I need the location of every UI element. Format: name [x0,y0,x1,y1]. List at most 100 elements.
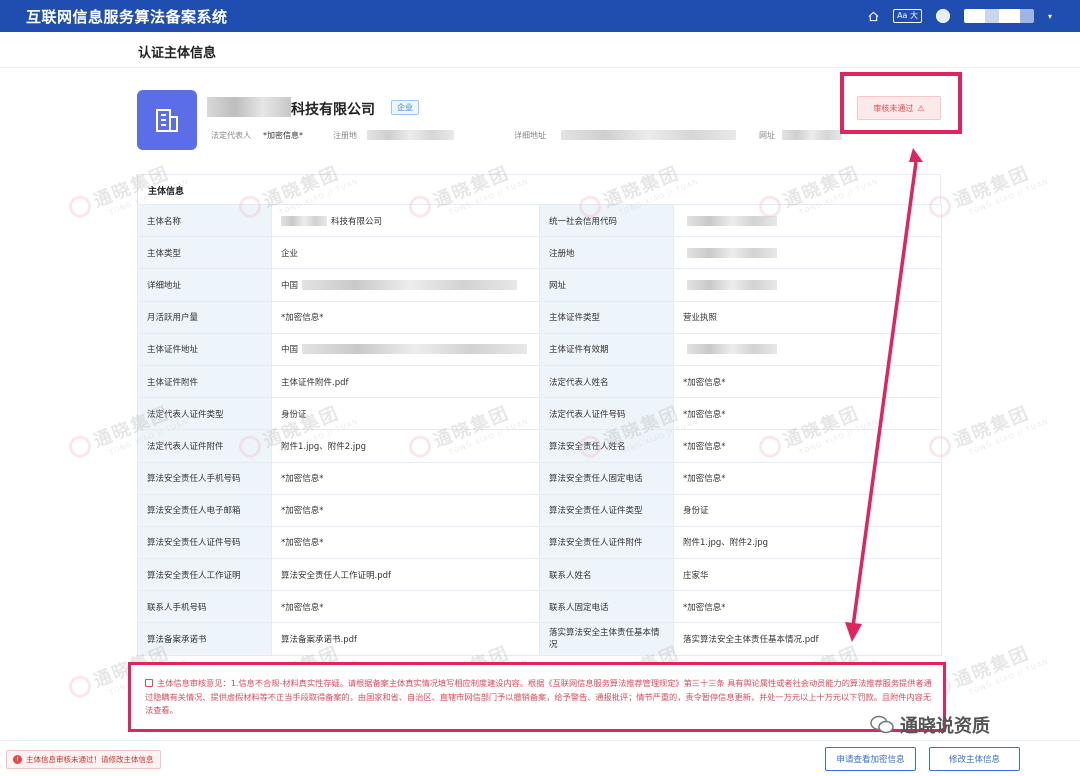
redacted-value [281,215,327,226]
watermark: 通晓集团TONG XIAO JI TUAN [925,393,1050,461]
field-label-text: 统一社会信用代码 [549,216,618,227]
status-highlight-box [840,72,962,134]
legal-rep-value: *加密信息* [263,131,303,140]
entity-info-table: 主体名称 科技有限公司 统一社会信用代码 主体类型 企业 注册地 详细地址 中国 网址 月活跃用户… [137,203,942,656]
chevron-down-icon[interactable]: ▾ [1048,12,1052,21]
redacted-value [302,344,528,355]
field-value: *加密信息* [271,525,540,560]
field-value-text: *加密信息* [281,313,324,324]
website-redacted [782,130,842,140]
field-label: 联系人手机号码 [137,590,272,624]
field-value-text: 附件1.jpg、附件2.jpg [683,538,769,549]
review-alert: ! 主体信息审核未通过！请修改主体信息 [6,750,161,769]
field-value-text: 身份证 [281,409,307,420]
field-value: *加密信息* [673,461,942,495]
redacted-value [687,247,777,258]
website-label: 网址 [759,131,775,140]
field-label-text: 算法备案承诺书 [147,635,207,646]
company-name-redacted [207,97,291,117]
field-label-text: 落实算法安全主体责任基本情况 [549,628,660,651]
field-label: 算法安全责任人证件号码 [137,525,272,560]
field-label-text: 法定代表人证件类型 [147,409,224,420]
field-value-text: 中国 [281,280,299,291]
field-value-text: *加密信息* [683,377,726,388]
field-value-text: 落实算法安全主体责任基本情况.pdf [683,635,819,646]
bottom-bar: ! 主体信息审核未通过！请修改主体信息 申请查看加密信息 修改主体信息 [0,740,1080,776]
field-label: 主体证件附件 [137,364,272,399]
field-value: 庄家华 [673,558,942,592]
review-opinion-box: 主体信息审核意见：1.信息不合规-材料真实性存疑。请根据备案主体真实情况填写相应… [128,662,946,732]
field-value-text: 企业 [281,248,299,259]
field-value: 附件1.jpg、附件2.jpg [271,429,540,463]
table-row: 主体类型 企业 注册地 [137,236,942,270]
redacted-value [687,279,777,290]
table-row: 月活跃用户量 *加密信息* 主体证件类型 营业执照 [137,300,942,334]
field-value: 企业 [271,236,540,270]
field-label: 月活跃用户量 [137,300,272,334]
redacted-value [302,279,518,290]
table-row: 主体证件附件 主体证件附件.pdf 法定代表人姓名 *加密信息* [137,364,942,399]
field-value [673,268,942,302]
legal-rep-label: 法定代表人 [211,131,251,140]
field-value-text: *加密信息* [683,409,726,420]
field-label-text: 算法安全责任人手机号码 [147,474,241,485]
field-value: *加密信息* [271,493,540,527]
field-value: *加密信息* [673,364,942,399]
field-label: 落实算法安全主体责任基本情况 [539,622,674,656]
field-label-text: 网址 [549,280,567,291]
table-row: 详细地址 中国 网址 [137,268,942,302]
page-header: 认证主体信息 [0,32,1080,68]
field-value: *加密信息* [271,300,540,334]
username-redacted[interactable] [963,9,1034,23]
font-size-toggle[interactable]: Aa 大 [893,9,922,23]
table-row: 算法安全责任人手机号码 *加密信息* 算法安全责任人固定电话 *加密信息* [137,461,942,495]
field-label-text: 主体证件地址 [147,345,199,356]
field-value-text: *加密信息* [281,602,324,613]
table-row: 法定代表人证件附件 附件1.jpg、附件2.jpg 算法安全责任人姓名 *加密信息* [137,429,942,463]
field-value-text: 附件1.jpg、附件2.jpg [281,441,367,452]
field-value: 身份证 [673,493,942,527]
field-label: 主体证件类型 [539,300,674,334]
field-label: 法定代表人证件号码 [539,397,674,431]
field-label: 算法安全责任人证件类型 [539,493,674,527]
company-type-tag: 企业 [391,100,419,115]
field-label: 算法安全责任人工作证明 [137,558,272,592]
topbar-actions: Aa 大 ▾ [867,0,1052,32]
field-value-text: *加密信息* [683,602,726,613]
field-label-text: 详细地址 [147,280,182,291]
field-label-text: 主体名称 [147,216,182,227]
field-label-text: 算法安全责任人固定电话 [549,474,643,485]
field-label: 联系人姓名 [539,558,674,592]
field-value-text: 庄家华 [683,570,709,581]
table-row: 算法安全责任人电子邮箱 *加密信息* 算法安全责任人证件类型 身份证 [137,493,942,527]
table-row: 算法安全责任人证件号码 *加密信息* 算法安全责任人证件附件 附件1.jpg、附件2.… [137,525,942,560]
apply-view-encrypted-button[interactable]: 申请查看加密信息 [825,747,916,771]
field-value: 中国 [271,268,540,302]
edit-entity-info-button[interactable]: 修改主体信息 [929,747,1020,771]
field-value-text: *加密信息* [281,474,324,485]
field-value-text: *加密信息* [683,474,726,485]
field-label-text: 主体类型 [147,248,182,259]
app-title[interactable]: 互联网信息服务算法备案系统 [26,6,228,27]
field-label-text: 算法安全责任人证件类型 [549,506,643,517]
field-label-text: 算法安全责任人电子邮箱 [147,506,241,517]
field-value: 科技有限公司 [271,203,540,238]
field-value-text: 营业执照 [683,313,718,324]
field-label-text: 算法安全责任人姓名 [549,441,626,452]
reg-place-redacted [367,130,454,140]
field-label: 主体证件有效期 [539,332,674,366]
field-label-text: 主体证件附件 [147,377,199,388]
address-redacted [561,130,736,140]
user-avatar[interactable] [935,9,950,23]
field-value-text: 科技有限公司 [331,216,383,227]
field-value: *加密信息* [271,461,540,495]
field-value: *加密信息* [673,590,942,624]
footer-watermark: 通晓说资质 [870,712,990,738]
top-bar: 互联网信息服务算法备案系统 Aa 大 ▾ [0,0,1080,32]
review-opinion: 主体信息审核意见：1.信息不合规-材料真实性存疑。请根据备案主体真实情况填写相应… [145,677,935,718]
home-icon[interactable] [867,10,879,22]
field-value: *加密信息* [673,429,942,463]
field-value [673,236,942,270]
table-row: 算法安全责任人工作证明 算法安全责任人工作证明.pdf 联系人姓名 庄家华 [137,558,942,592]
field-value: 算法备案承诺书.pdf [271,622,540,656]
